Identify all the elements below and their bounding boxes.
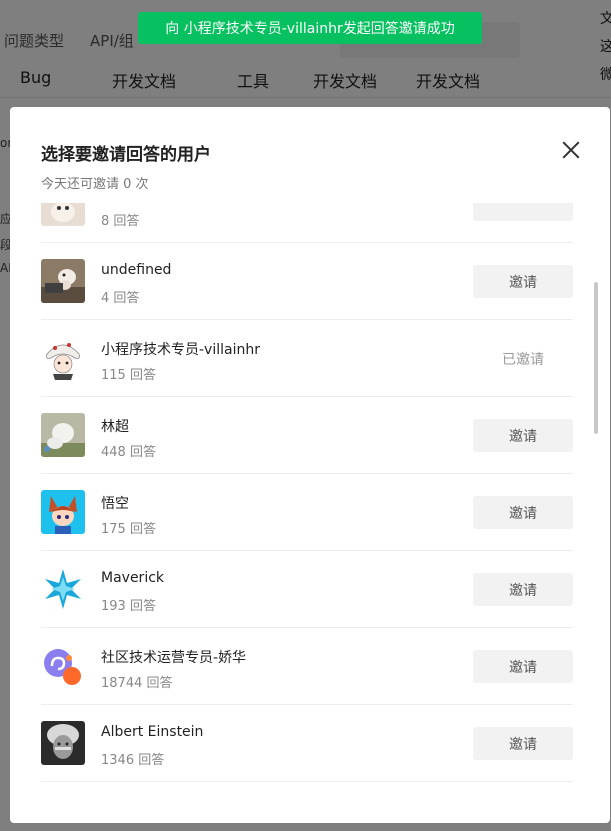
miniprogram-logo-avatar bbox=[41, 644, 85, 688]
user-name: 悟空 bbox=[101, 496, 129, 512]
user-list-viewport[interactable]: 8 回答 undefined 4 回答 邀请 小程序技术专员-villainhr… bbox=[10, 203, 610, 803]
star-avatar bbox=[41, 567, 85, 611]
user-item: 社区技术运营专员-娇华 18744 回答 邀请 bbox=[41, 628, 573, 705]
invite-button[interactable]: 邀请 bbox=[473, 419, 573, 452]
list-scrollbar[interactable] bbox=[594, 282, 598, 434]
invite-button[interactable]: 邀请 bbox=[473, 650, 573, 683]
user-name: Maverick bbox=[101, 570, 165, 586]
user-name: 林超 bbox=[101, 419, 129, 435]
invited-status: 已邀请 bbox=[502, 351, 544, 368]
plush-avatar bbox=[41, 413, 85, 457]
answer-count: 1346 回答 bbox=[101, 753, 165, 768]
dialog-title: 选择要邀请回答的用户 bbox=[41, 145, 211, 165]
invite-button[interactable]: 邀请 bbox=[473, 573, 573, 606]
user-item: 小程序技术专员-villainhr 115 回答 已邀请 bbox=[41, 320, 573, 397]
user-item: undefined 4 回答 邀请 bbox=[41, 243, 573, 320]
invite-button[interactable] bbox=[473, 203, 573, 221]
cat-avatar bbox=[41, 203, 85, 226]
user-item: 悟空 175 回答 邀请 bbox=[41, 474, 573, 551]
anime-avatar bbox=[41, 490, 85, 534]
user-list: 8 回答 undefined 4 回答 邀请 小程序技术专员-villainhr… bbox=[41, 203, 573, 782]
answer-count: 4 回答 bbox=[101, 291, 140, 306]
answer-count: 115 回答 bbox=[101, 368, 156, 383]
user-item: 林超 448 回答 邀请 bbox=[41, 397, 573, 474]
toast-text: 向 小程序技术专员-villainhr发起回答邀请成功 bbox=[165, 21, 455, 37]
hamster-avatar bbox=[41, 259, 85, 303]
answer-count: 448 回答 bbox=[101, 445, 156, 460]
success-toast: 向 小程序技术专员-villainhr发起回答邀请成功 bbox=[138, 12, 482, 44]
invite-button[interactable]: 邀请 bbox=[473, 496, 573, 529]
user-item: 8 回答 bbox=[41, 203, 573, 243]
invite-button[interactable]: 邀请 bbox=[473, 265, 573, 298]
invite-button[interactable]: 邀请 bbox=[473, 727, 573, 760]
dialog-subtitle: 今天还可邀请 0 次 bbox=[41, 177, 149, 192]
answer-count: 18744 回答 bbox=[101, 676, 173, 691]
user-name: undefined bbox=[101, 262, 172, 278]
user-item: Maverick 193 回答 邀请 bbox=[41, 551, 573, 628]
cartoon-avatar bbox=[41, 336, 85, 380]
user-item: Albert Einstein 1346 回答 邀请 bbox=[41, 705, 573, 782]
user-name: 小程序技术专员-villainhr bbox=[101, 342, 260, 358]
answer-count: 8 回答 bbox=[101, 214, 140, 229]
invite-dialog: 选择要邀请回答的用户 今天还可邀请 0 次 8 回答 undefined 4 回… bbox=[10, 107, 610, 823]
answer-count: 175 回答 bbox=[101, 522, 156, 537]
portrait-avatar bbox=[41, 721, 85, 765]
answer-count: 193 回答 bbox=[101, 599, 156, 614]
user-name: 社区技术运营专员-娇华 bbox=[101, 650, 247, 666]
user-name: Albert Einstein bbox=[101, 724, 204, 740]
close-icon[interactable] bbox=[560, 139, 582, 161]
